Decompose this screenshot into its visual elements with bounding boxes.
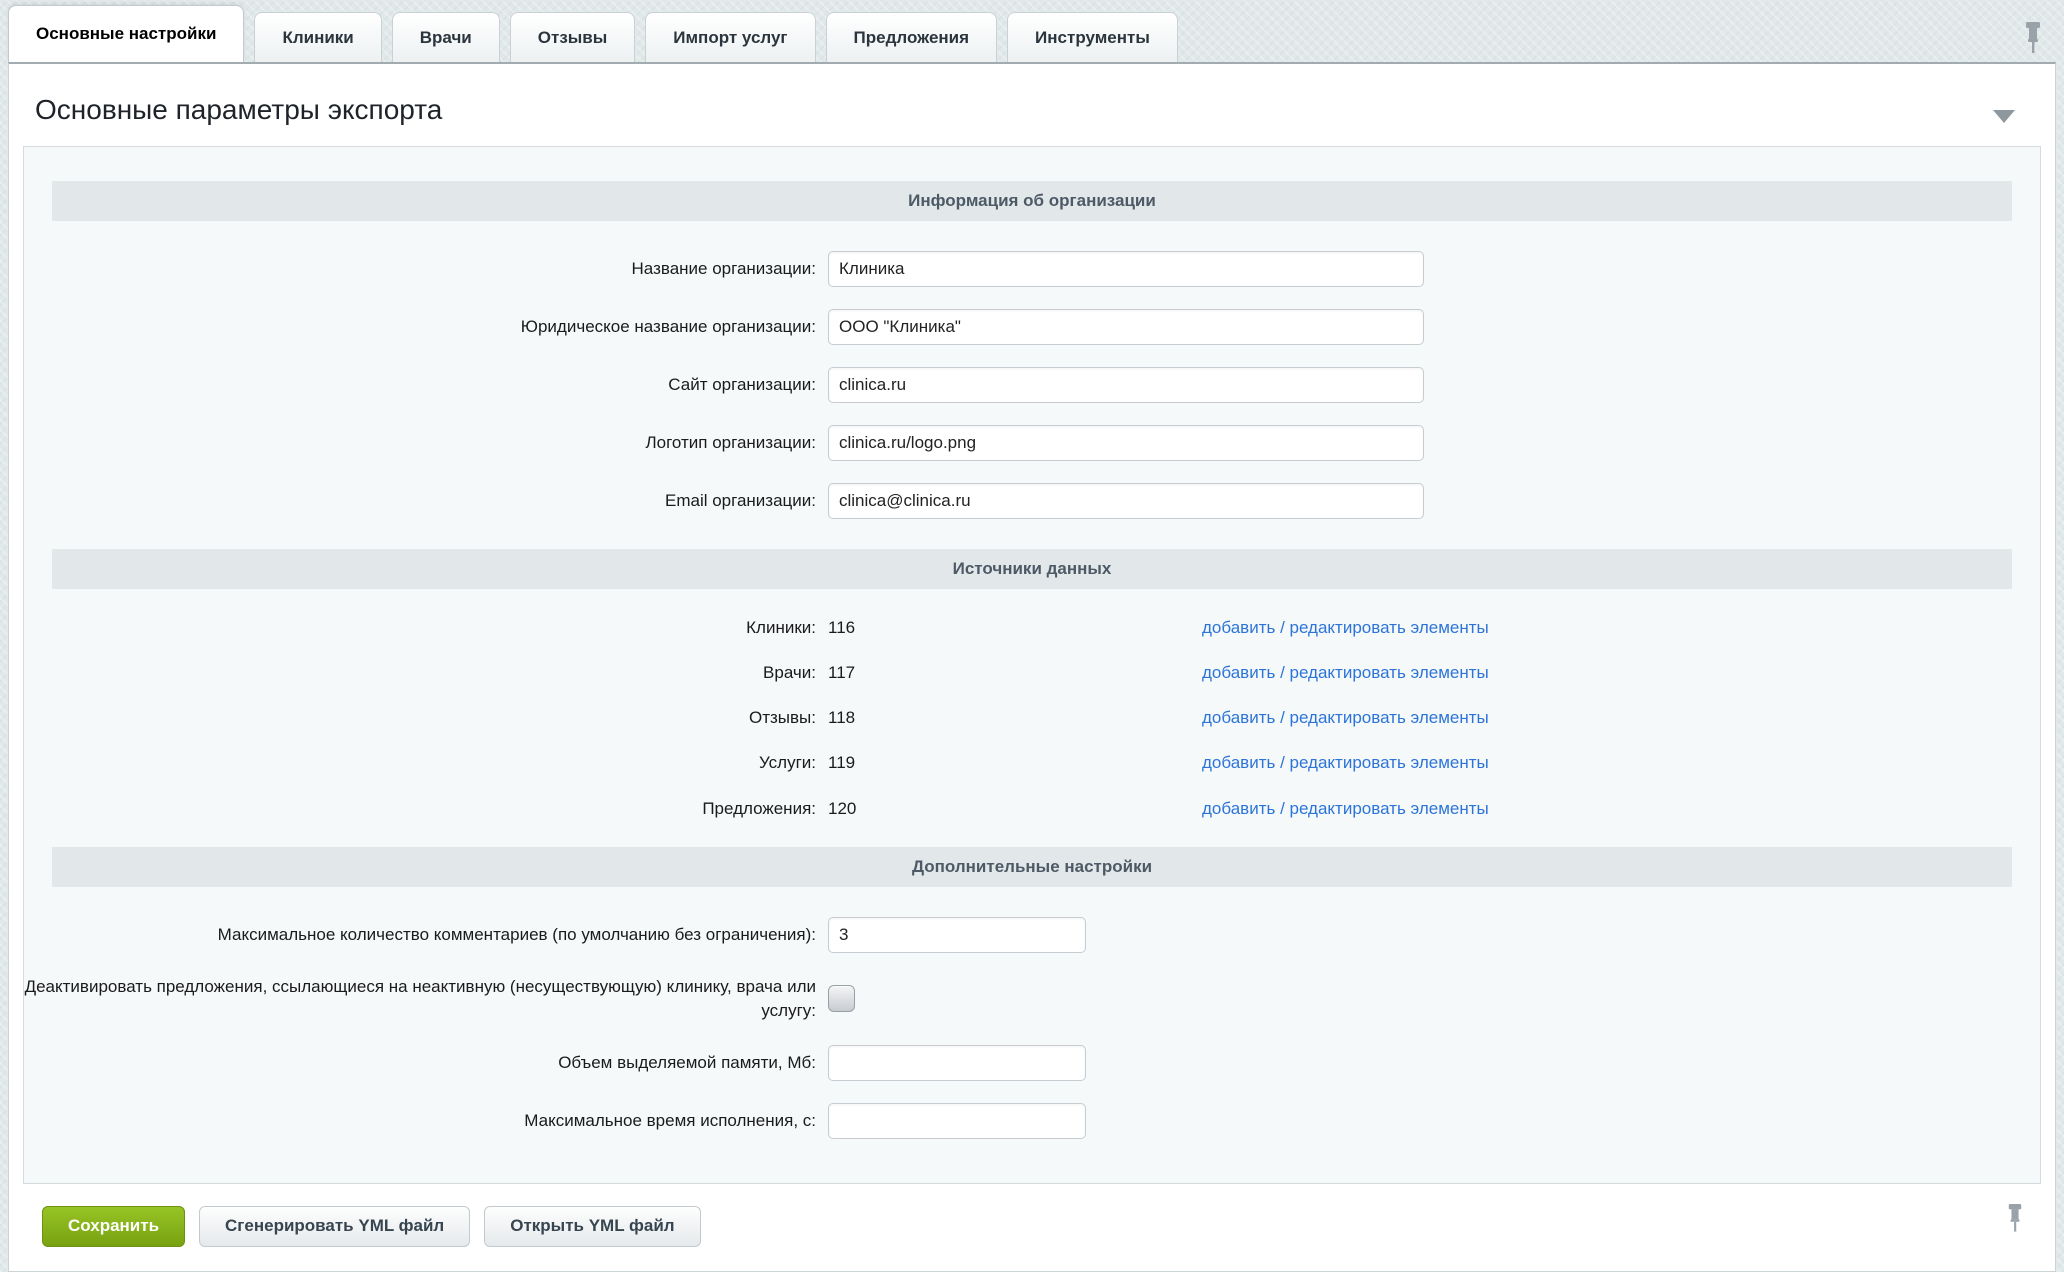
tab-label: Клиники: [282, 28, 353, 48]
form-row: Email организации:: [24, 483, 2040, 519]
footer-button-bar: Сохранить Сгенерировать YML файл Открыть…: [9, 1184, 2055, 1271]
field-label: Юридическое название организации:: [24, 315, 828, 339]
field-label: Логотип организации:: [24, 431, 828, 455]
tab-label: Отзывы: [538, 28, 608, 48]
tab-import-services[interactable]: Импорт услуг: [645, 12, 815, 62]
add-edit-elements-link[interactable]: добавить / редактировать элементы: [1202, 753, 1489, 773]
field-label: Email организации:: [24, 489, 828, 513]
memory-limit-input[interactable]: [828, 1045, 1086, 1081]
field-label: Объем выделяемой памяти, Мб:: [24, 1051, 828, 1075]
max-comments-input[interactable]: [828, 917, 1086, 953]
tab-label: Предложения: [854, 28, 970, 48]
tab-tools[interactable]: Инструменты: [1007, 12, 1178, 62]
page-title: Основные параметры экспорта: [35, 94, 442, 125]
generate-yml-button[interactable]: Сгенерировать YML файл: [199, 1206, 470, 1247]
card-title-bar: Основные параметры экспорта: [9, 64, 2055, 146]
field-label: Максимальное время исполнения, с:: [24, 1109, 828, 1133]
section-title-data-sources: Источники данных: [52, 549, 2012, 589]
settings-card: Основные параметры экспорта Информация о…: [8, 62, 2056, 1272]
form-row: Сайт организации:: [24, 367, 2040, 403]
source-count: 117: [828, 663, 1202, 683]
tab-label: Импорт услуг: [673, 28, 787, 48]
source-label: Предложения:: [24, 797, 828, 821]
tab-doctors[interactable]: Врачи: [392, 12, 500, 62]
chevron-down-icon[interactable]: [1993, 110, 2015, 123]
field-label: Название организации:: [24, 257, 828, 281]
form-row: Название организации:: [24, 251, 2040, 287]
source-row: Клиники: 116 добавить / редактировать эл…: [24, 616, 2040, 640]
org-legal-name-input[interactable]: [828, 309, 1424, 345]
tab-bar: Основные настройки Клиники Врачи Отзывы …: [0, 0, 2064, 62]
add-edit-elements-link[interactable]: добавить / редактировать элементы: [1202, 663, 1489, 683]
source-row: Услуги: 119 добавить / редактировать эле…: [24, 751, 2040, 775]
field-label: Максимальное количество комментариев (по…: [24, 923, 828, 947]
form-row: Объем выделяемой памяти, Мб:: [24, 1045, 2040, 1081]
source-count: 116: [828, 618, 1202, 638]
export-settings-form: Информация об организации Название орган…: [23, 146, 2041, 1184]
section-title-org-info: Информация об организации: [52, 181, 2012, 221]
tab-offers[interactable]: Предложения: [826, 12, 998, 62]
pushpin-icon[interactable]: [2024, 20, 2042, 65]
tab-label: Основные настройки: [36, 24, 216, 44]
form-row: Юридическое название организации:: [24, 309, 2040, 345]
source-label: Клиники:: [24, 616, 828, 640]
add-edit-elements-link[interactable]: добавить / редактировать элементы: [1202, 618, 1489, 638]
source-label: Услуги:: [24, 751, 828, 775]
source-count: 120: [828, 799, 1202, 819]
field-label: Деактивировать предложения, ссылающиеся …: [24, 975, 828, 1023]
source-label: Врачи:: [24, 661, 828, 685]
tab-label: Врачи: [420, 28, 472, 48]
source-count: 119: [828, 753, 1202, 773]
form-row: Логотип организации:: [24, 425, 2040, 461]
open-yml-button[interactable]: Открыть YML файл: [484, 1206, 700, 1247]
form-row: Максимальное количество комментариев (по…: [24, 917, 2040, 953]
tab-label: Инструменты: [1035, 28, 1150, 48]
org-email-input[interactable]: [828, 483, 1424, 519]
deactivate-offers-checkbox[interactable]: [828, 985, 855, 1012]
section-title-additional: Дополнительные настройки: [52, 847, 2012, 887]
source-count: 118: [828, 708, 1202, 728]
add-edit-elements-link[interactable]: добавить / редактировать элементы: [1202, 708, 1489, 728]
source-row: Врачи: 117 добавить / редактировать элем…: [24, 661, 2040, 685]
tab-main-settings[interactable]: Основные настройки: [8, 5, 244, 62]
tab-reviews[interactable]: Отзывы: [510, 12, 636, 62]
source-row: Отзывы: 118 добавить / редактировать эле…: [24, 706, 2040, 730]
form-row: Максимальное время исполнения, с:: [24, 1103, 2040, 1139]
max-exec-time-input[interactable]: [828, 1103, 1086, 1139]
add-edit-elements-link[interactable]: добавить / редактировать элементы: [1202, 799, 1489, 819]
org-site-input[interactable]: [828, 367, 1424, 403]
org-name-input[interactable]: [828, 251, 1424, 287]
tab-clinics[interactable]: Клиники: [254, 12, 381, 62]
save-button[interactable]: Сохранить: [42, 1206, 185, 1247]
org-logo-input[interactable]: [828, 425, 1424, 461]
pushpin-icon[interactable]: [2007, 1202, 2023, 1243]
field-label: Сайт организации:: [24, 373, 828, 397]
source-row: Предложения: 120 добавить / редактироват…: [24, 797, 2040, 821]
form-row: Деактивировать предложения, ссылающиеся …: [24, 975, 2040, 1023]
source-label: Отзывы:: [24, 706, 828, 730]
